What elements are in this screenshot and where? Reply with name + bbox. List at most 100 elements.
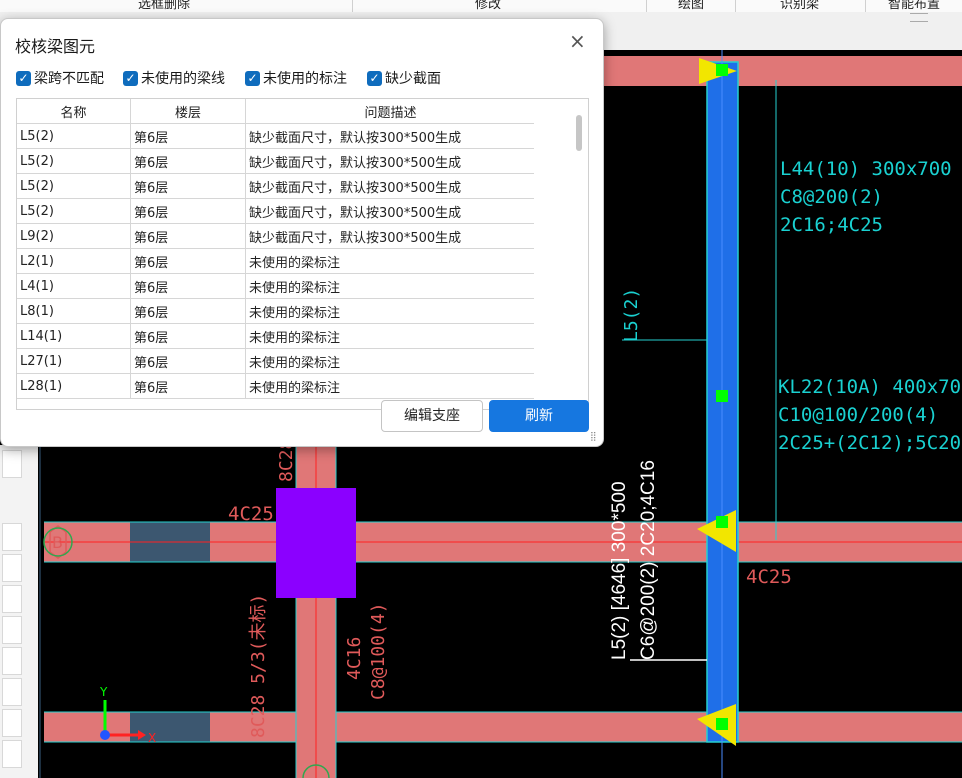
toolbar-item[interactable]: 选框删除 [138, 0, 190, 12]
beam-label: 2C16;4C25 [780, 214, 883, 236]
table-row[interactable]: L5(2) 第6层 缺少截面尺寸，默认按300*500生成 [17, 198, 536, 224]
cell-description: 缺少截面尺寸，默认按300*500生成 [245, 173, 536, 199]
property-cell[interactable] [2, 709, 22, 737]
close-icon[interactable]: × [569, 29, 586, 53]
cell-description: 未使用的梁标注 [245, 373, 536, 399]
cell-description: 缺少截面尺寸，默认按300*500生成 [245, 223, 536, 249]
refresh-button[interactable]: 刷新 [489, 400, 589, 432]
table-header-row: 名称 楼层 问题描述 [17, 99, 536, 124]
toolbar-item[interactable]: 识别梁 [780, 0, 819, 12]
property-cell[interactable] [2, 616, 22, 644]
edit-support-button[interactable]: 编辑支座 [381, 400, 483, 432]
filter-label: 梁跨不匹配 [34, 71, 104, 87]
beam-label: C10@100/200(4) [778, 404, 938, 426]
table-row[interactable]: L5(2) 第6层 缺少截面尺寸，默认按300*500生成 [17, 148, 536, 174]
cell-description: 未使用的梁标注 [245, 248, 536, 274]
cell-name: L5(2) [17, 148, 131, 174]
property-cell[interactable] [2, 554, 22, 582]
filter-unused-line[interactable]: ✓ 未使用的梁线 [123, 69, 225, 87]
checkbox-icon[interactable]: ✓ [16, 70, 31, 86]
axis-label: B [52, 533, 63, 552]
cell-floor: 第6层 [130, 173, 246, 199]
cell-description: 未使用的梁标注 [245, 273, 536, 299]
rebar-label: 4C25 [746, 566, 792, 588]
filter-label: 未使用的梁线 [141, 71, 225, 87]
cell-description: 未使用的梁标注 [245, 323, 536, 349]
cell-name: L8(1) [17, 298, 131, 324]
column-header-floor[interactable]: 楼层 [130, 99, 246, 124]
table-row[interactable]: L14(1) 第6层 未使用的梁标注 [17, 323, 536, 349]
table-row[interactable]: L9(2) 第6层 缺少截面尺寸，默认按300*500生成 [17, 223, 536, 249]
filter-label: 缺少截面 [385, 71, 441, 87]
grip-point[interactable] [716, 390, 728, 402]
property-cell[interactable] [2, 678, 22, 706]
left-property-panel [0, 445, 38, 778]
cell-description: 未使用的梁标注 [245, 298, 536, 324]
filter-unused-annotation[interactable]: ✓ 未使用的标注 [245, 69, 347, 87]
cell-name: L9(2) [17, 223, 131, 249]
cell-floor: 第6层 [130, 148, 246, 174]
checkbox-icon[interactable]: ✓ [367, 70, 382, 86]
rebar-label: 8C28 5/3(未标) [248, 594, 269, 738]
grip-point[interactable] [716, 516, 728, 528]
checkbox-icon[interactable]: ✓ [245, 70, 260, 86]
filter-label: 未使用的标注 [263, 71, 347, 87]
table-row[interactable]: L27(1) 第6层 未使用的梁标注 [17, 348, 536, 374]
cell-floor: 第6层 [130, 323, 246, 349]
check-beam-dialog: 校核梁图元 × ✓ 梁跨不匹配 ✓ 未使用的梁线 ✓ 未使用的标注 ✓ 缺少截面 名称 … [0, 18, 604, 447]
grip-point[interactable] [716, 718, 728, 730]
table-scrollbar-thumb[interactable] [576, 115, 582, 151]
table-row[interactable]: L4(1) 第6层 未使用的梁标注 [17, 273, 536, 299]
cell-floor: 第6层 [130, 373, 246, 399]
property-cell[interactable] [2, 740, 22, 768]
column[interactable] [276, 488, 356, 598]
selected-beam-label: L5(2) [4646] 300*500 [609, 481, 630, 660]
toolbar-separator [865, 0, 866, 12]
window-tile-icon[interactable] [910, 13, 928, 22]
property-cell[interactable] [2, 523, 22, 551]
beam-label: 2C25+(2C12);5C20 [778, 432, 961, 454]
ucs-x-label: X [148, 731, 156, 745]
toolbar-item[interactable]: 智能布置 [888, 0, 940, 12]
table-row[interactable]: L5(2) 第6层 缺少截面尺寸，默认按300*500生成 [17, 123, 536, 149]
beam-label: C8@200(2) [780, 186, 883, 208]
property-cell[interactable] [2, 647, 22, 675]
table-row[interactable]: L28(1) 第6层 未使用的梁标注 [17, 373, 536, 399]
table-row[interactable]: L8(1) 第6层 未使用的梁标注 [17, 298, 536, 324]
beam-label: KL22(10A) 400x700 [778, 376, 962, 398]
toolbar-separator [735, 0, 736, 12]
issue-table: 名称 楼层 问题描述 L5(2) 第6层 缺少截面尺寸，默认按300*500生成 L… [16, 98, 589, 410]
cell-description: 缺少截面尺寸，默认按300*500生成 [245, 123, 536, 149]
toolbar-item[interactable]: 绘图 [678, 0, 704, 12]
resize-grip-icon[interactable]: ⣿ [590, 432, 597, 442]
cell-floor: 第6层 [130, 298, 246, 324]
cell-description: 未使用的梁标注 [245, 348, 536, 374]
table-row[interactable]: L5(2) 第6层 缺少截面尺寸，默认按300*500生成 [17, 173, 536, 199]
cell-floor: 第6层 [130, 248, 246, 274]
filter-missing-section[interactable]: ✓ 缺少截面 [367, 69, 441, 87]
cell-name: L5(2) [17, 173, 131, 199]
filter-span-mismatch[interactable]: ✓ 梁跨不匹配 [16, 69, 104, 87]
beam-label: L44(10) 300x700 [780, 158, 952, 180]
table-row[interactable]: L2(1) 第6层 未使用的梁标注 [17, 248, 536, 274]
property-cell[interactable] [2, 585, 22, 613]
toolbar-item[interactable]: 修改 [475, 0, 501, 12]
cell-name: L5(2) [17, 123, 131, 149]
grip-point[interactable] [716, 64, 728, 76]
rebar-label: 4C16 [344, 637, 365, 680]
column-header-description[interactable]: 问题描述 [245, 99, 536, 124]
cell-floor: 第6层 [130, 123, 246, 149]
cell-name: L2(1) [17, 248, 131, 274]
rebar-label: C8@100(4) [368, 602, 389, 700]
ucs-y-label: Y [99, 685, 108, 699]
property-cell[interactable] [2, 450, 22, 478]
cell-name: L28(1) [17, 373, 131, 399]
ucs-origin [100, 730, 110, 740]
column-header-name[interactable]: 名称 [17, 99, 131, 124]
cell-name: L5(2) [17, 198, 131, 224]
checkbox-icon[interactable]: ✓ [123, 70, 138, 86]
cell-description: 缺少截面尺寸，默认按300*500生成 [245, 198, 536, 224]
cell-name: L4(1) [17, 273, 131, 299]
cell-floor: 第6层 [130, 348, 246, 374]
toolbar-separator [646, 0, 647, 12]
